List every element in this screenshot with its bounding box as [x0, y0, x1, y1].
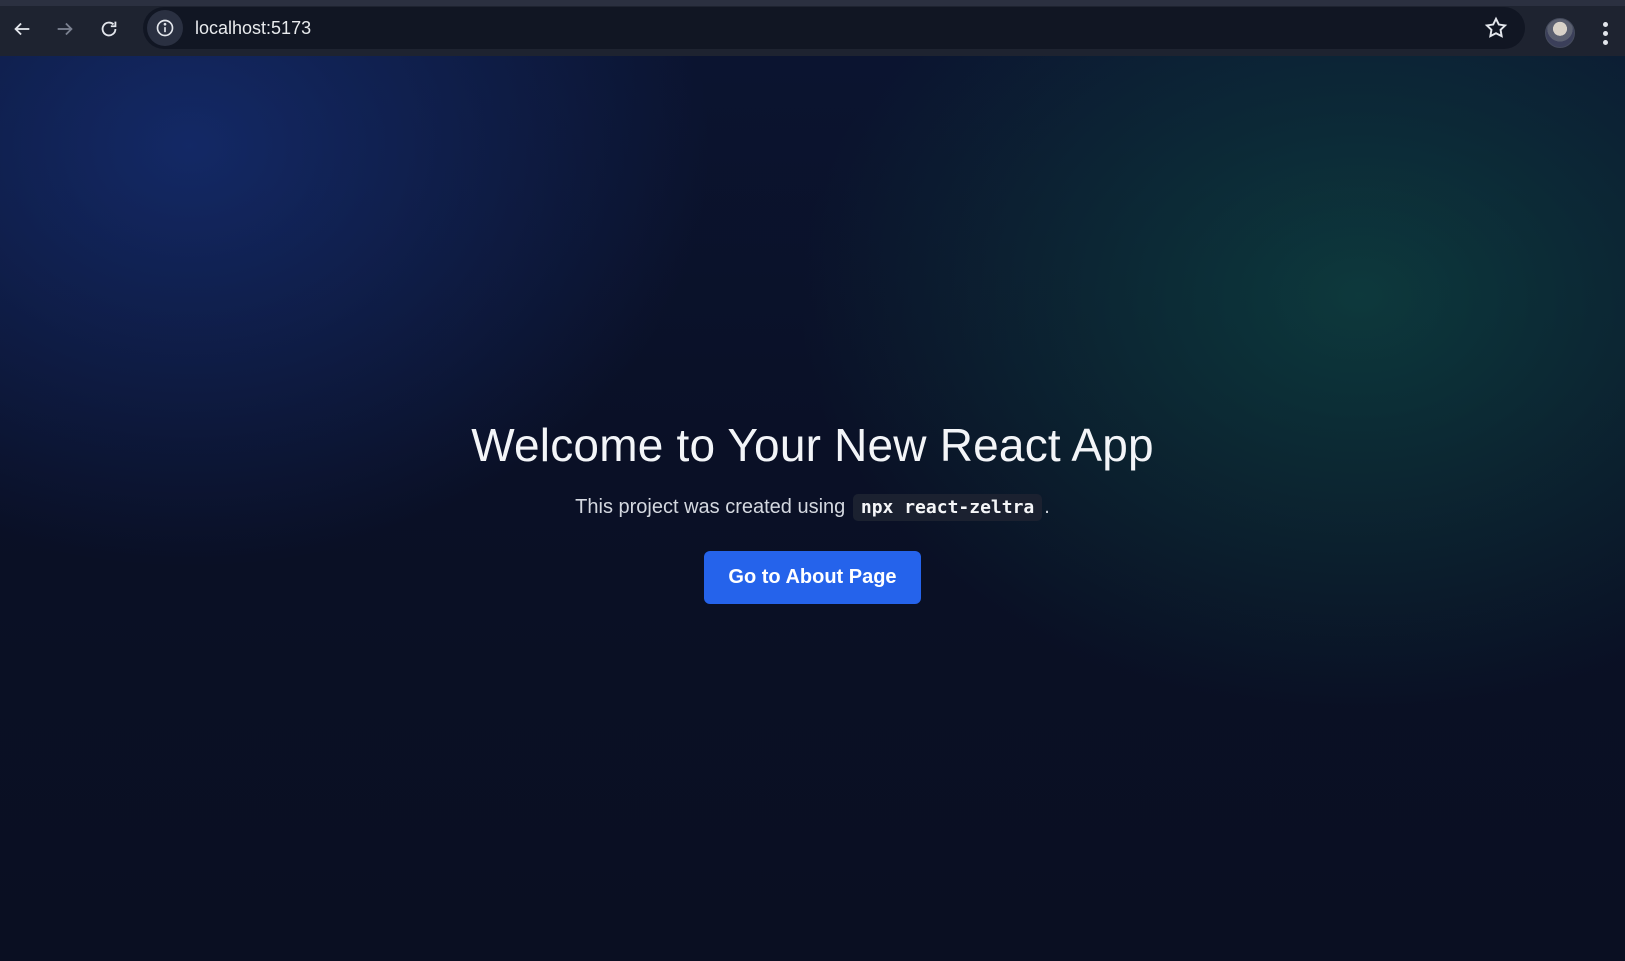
- command-code: npx react-zeltra: [852, 494, 1043, 521]
- about-page-button[interactable]: Go to About Page: [704, 551, 921, 604]
- hero-section: Welcome to Your New React App This proje…: [0, 418, 1625, 604]
- forward-arrow-icon: [57, 22, 73, 36]
- site-info-button[interactable]: [147, 10, 183, 46]
- page-viewport: Welcome to Your New React App This proje…: [0, 56, 1625, 961]
- subtitle-period: .: [1044, 496, 1050, 518]
- star-icon[interactable]: [1483, 15, 1509, 41]
- reload-icon: [101, 21, 117, 37]
- address-bar[interactable]: localhost:5173: [143, 7, 1525, 49]
- subtitle-text: This project was created using: [575, 496, 846, 518]
- page-subtitle: This project was created using npx react…: [0, 494, 1625, 521]
- avatar[interactable]: [1545, 18, 1575, 48]
- more-vert-icon[interactable]: [1594, 17, 1616, 49]
- page-title: Welcome to Your New React App: [471, 419, 1154, 471]
- url-text[interactable]: localhost:5173: [195, 18, 311, 39]
- info-icon: [156, 19, 174, 37]
- forward-button[interactable]: [43, 7, 87, 51]
- back-button[interactable]: [0, 7, 44, 51]
- back-arrow-icon: [14, 22, 30, 36]
- browser-toolbar: localhost:5173: [0, 0, 1625, 56]
- reload-button[interactable]: [87, 7, 131, 51]
